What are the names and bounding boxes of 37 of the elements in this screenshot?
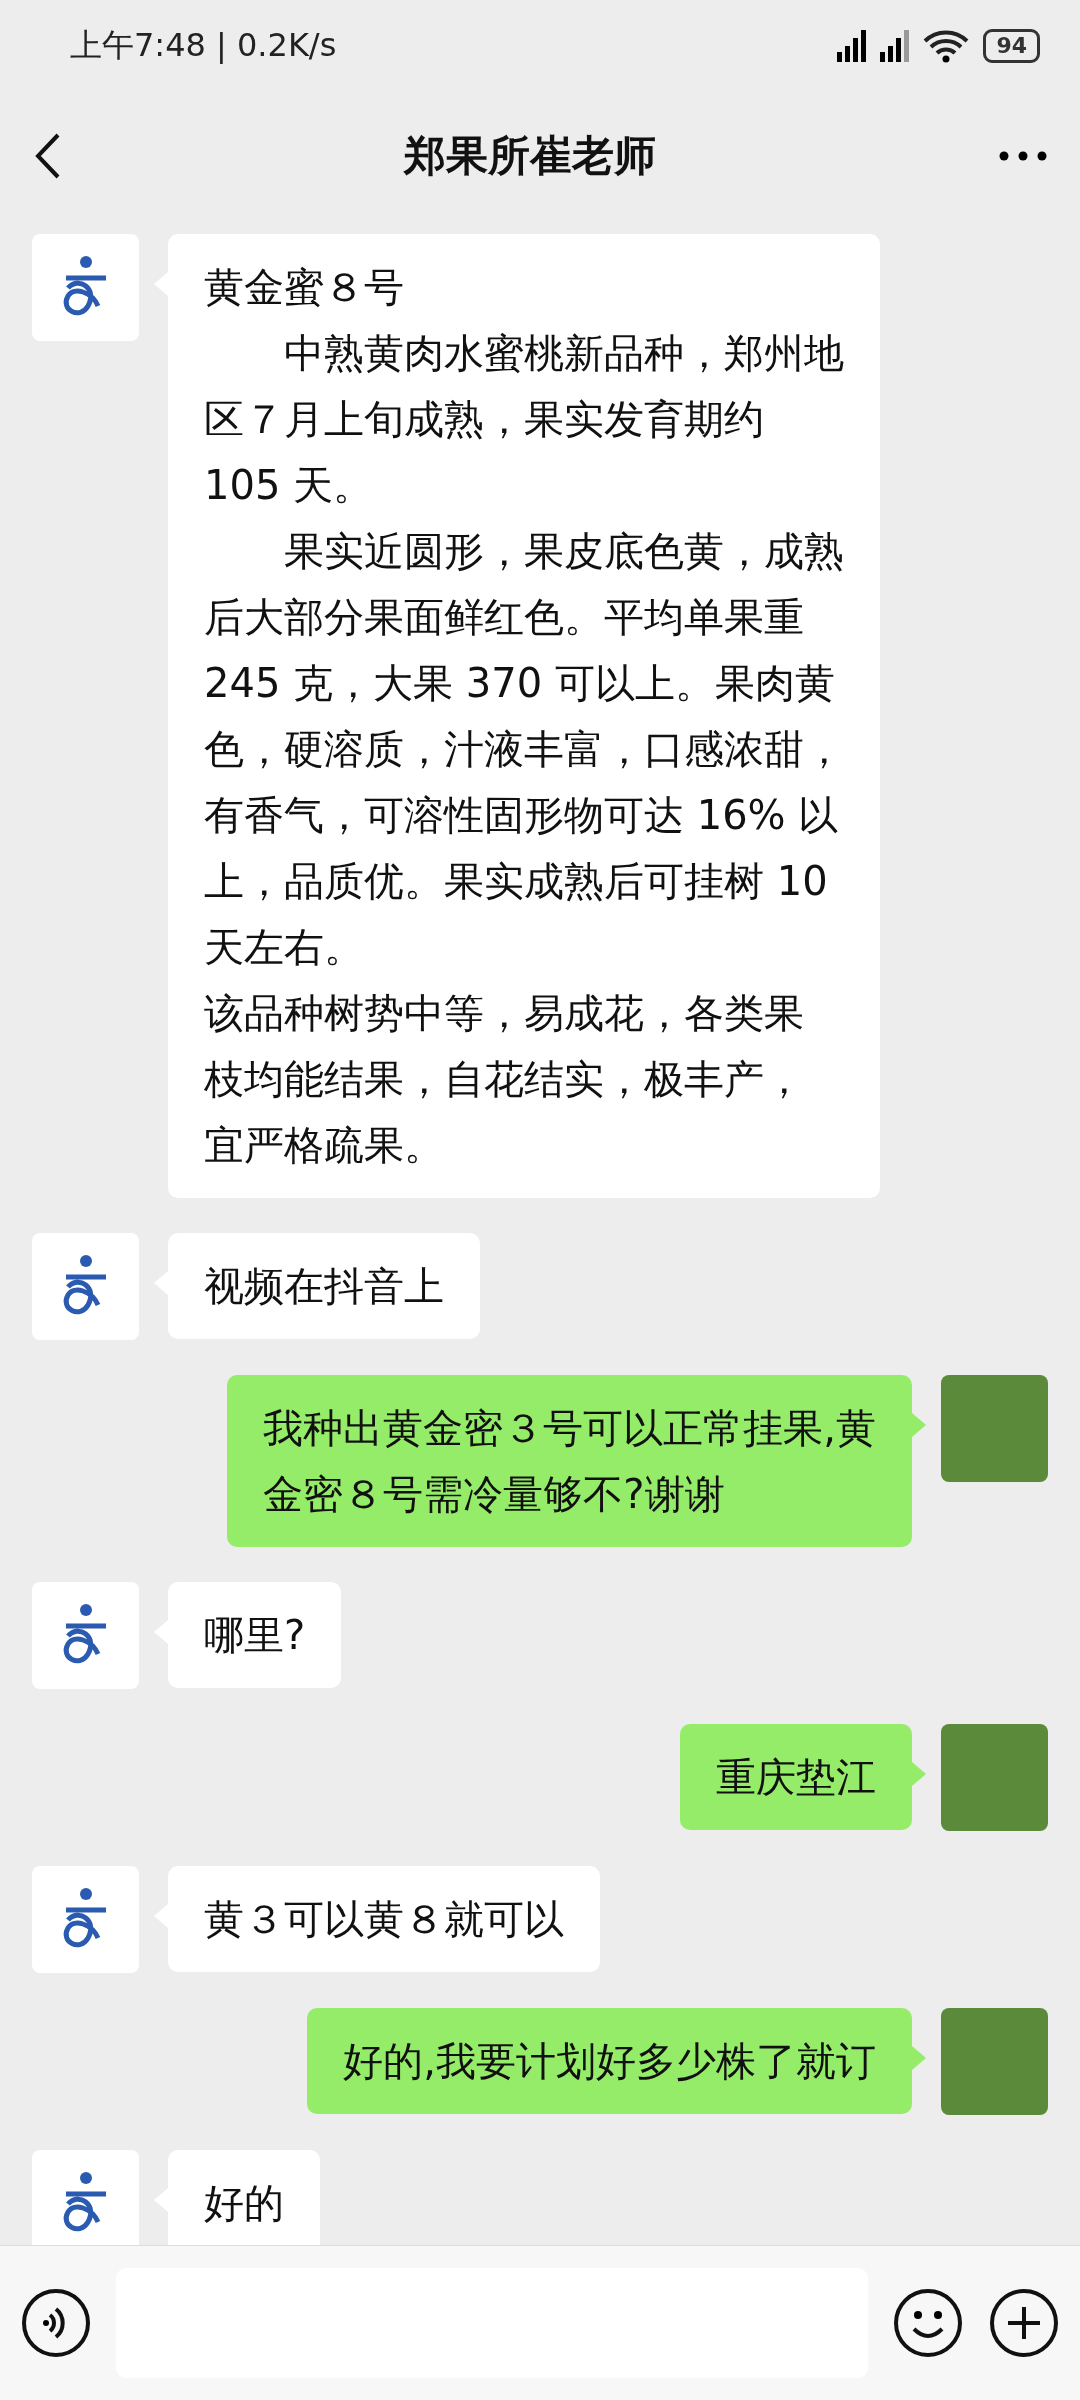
voice-button[interactable] [20,2287,92,2359]
battery-level: 94 [983,29,1040,63]
message-text: 后大部分果面鲜红色。平均单果重 [204,593,805,642]
chat-title: 郑果所崔老师 [404,130,656,182]
message-text: 黄３可以黄８就可以 [204,1895,564,1944]
message-text: 枝均能结果，自花结实，极丰产， [204,1055,805,1104]
message-text: 区７月上旬成熟，果实发育期约 [204,395,765,444]
signal-icon [837,30,867,62]
plus-button[interactable] [988,2287,1060,2359]
message-text: 视频在抖音上 [204,1262,444,1311]
emoji-button[interactable] [892,2287,964,2359]
message-text: 宜严格疏果。 [204,1121,445,1170]
message-text: 好的,我要计划好多少株了就订 [343,2037,876,2086]
more-button[interactable] [998,150,1048,162]
status-time: 上午7:48 | 0.2K/s [70,25,337,66]
signal-icon [880,30,910,62]
avatar-logo-icon[interactable] [32,1582,139,1689]
avatar-logo-icon[interactable] [32,234,139,341]
message-text: 上，品质优。果实成熟后可挂树 10 [204,857,829,906]
message-text: 哪里? [204,1611,306,1660]
message-text: 果实近圆形，果皮底色黄，成熟 [283,527,844,576]
message-text: 色，硬溶质，汁液丰富，口感浓甜， [204,725,844,774]
message-text: 金密８号需冷量够不?谢谢 [263,1470,726,1519]
message-text: 黄金蜜８号 [204,263,405,312]
wifi-icon [923,29,970,63]
message-text: 我种出黄金密３号可以正常挂果,黄 [263,1404,876,1453]
message-text: 重庆垫江 [716,1753,876,1802]
message-text: 有香气，可溶性固形物可达 16% 以 [204,791,840,840]
avatar-logo-icon[interactable] [32,1233,139,1340]
message-text: 105 天。 [204,461,375,510]
message-text: 该品种树势中等，易成花，各类果 [204,989,805,1038]
avatar-logo-icon[interactable] [32,1866,139,1973]
message-text: 好的 [204,2179,284,2228]
message-text: 中熟黄肉水蜜桃新品种，郑州地 [283,329,844,378]
avatar-logo-icon[interactable] [32,2150,139,2245]
message-text: 245 克，大果 370 可以上。果肉黄 [204,659,836,708]
message-text: 天左右。 [204,923,365,972]
